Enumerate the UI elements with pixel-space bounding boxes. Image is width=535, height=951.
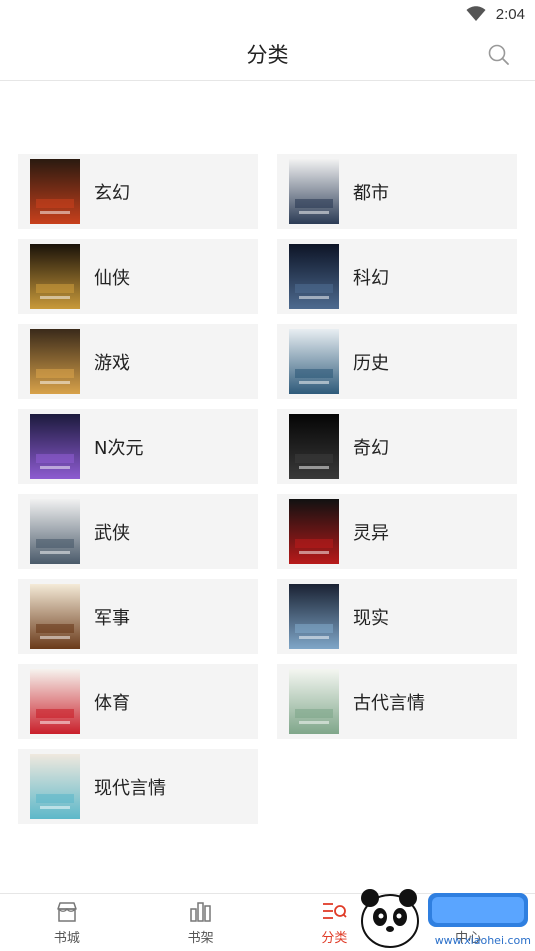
category-card[interactable]: 灵异 (277, 494, 517, 569)
book-cover-image (289, 329, 339, 394)
tab-label: 书城 (53, 930, 80, 946)
book-cover-image (289, 159, 339, 224)
book-cover-image (30, 329, 80, 394)
category-card[interactable]: 武侠 (18, 494, 258, 569)
category-label: 奇幻 (353, 437, 389, 459)
book-cover-image (289, 244, 339, 309)
category-label: 仙侠 (94, 267, 130, 289)
search-icon[interactable] (487, 43, 511, 67)
category-card[interactable]: 科幻 (277, 239, 517, 314)
category-grid: 玄幻 都市 仙侠 科幻 游戏 历史 N次元 奇幻 武侠 灵异 军事 现实 体育 … (18, 154, 518, 824)
category-label: 历史 (353, 352, 389, 374)
category-label: 古代言情 (353, 692, 425, 714)
status-bar: 2:04 (0, 0, 535, 28)
book-cover-image (289, 499, 339, 564)
category-label: 灵异 (353, 522, 389, 544)
book-cover-image (289, 584, 339, 649)
category-label: 武侠 (94, 522, 130, 544)
book-cover-image (289, 414, 339, 479)
category-card[interactable]: 历史 (277, 324, 517, 399)
book-cover-image (30, 159, 80, 224)
category-label: 都市 (353, 182, 389, 204)
category-card[interactable]: 古代言情 (277, 664, 517, 739)
book-cover-image (30, 754, 80, 819)
category-card[interactable]: 都市 (277, 154, 517, 229)
book-cover-image (30, 244, 80, 309)
site-watermark: www.xiaohei.com (350, 881, 535, 951)
watermark-text: www.xiaohei.com (434, 934, 531, 947)
page-title: 分类 (246, 43, 289, 67)
bookshelf-icon (189, 901, 211, 922)
category-card[interactable]: 现代言情 (18, 749, 258, 824)
category-label: 科幻 (353, 267, 389, 289)
book-cover-image (30, 414, 80, 479)
top-bar: 分类 (0, 28, 535, 81)
category-label: 游戏 (94, 352, 130, 374)
book-cover-image (30, 499, 80, 564)
category-label: 体育 (94, 692, 130, 714)
category-label: N次元 (94, 437, 144, 459)
category-card[interactable]: 现实 (277, 579, 517, 654)
category-card[interactable]: 奇幻 (277, 409, 517, 484)
tab-bookstore[interactable]: 书城 (0, 894, 134, 951)
tab-label: 书架 (187, 930, 214, 946)
category-label: 军事 (94, 607, 130, 629)
category-label: 现代言情 (94, 777, 166, 799)
store-icon (57, 901, 77, 922)
category-card[interactable]: N次元 (18, 409, 258, 484)
category-card[interactable]: 游戏 (18, 324, 258, 399)
category-card[interactable]: 体育 (18, 664, 258, 739)
status-time: 2:04 (495, 5, 525, 23)
category-icon (323, 902, 348, 919)
wifi-icon (466, 6, 486, 21)
category-card[interactable]: 玄幻 (18, 154, 258, 229)
book-cover-image (289, 669, 339, 734)
tab-bookshelf[interactable]: 书架 (134, 894, 268, 951)
category-card[interactable]: 军事 (18, 579, 258, 654)
book-cover-image (30, 584, 80, 649)
tab-label: 分类 (321, 930, 348, 946)
book-cover-image (30, 669, 80, 734)
category-label: 现实 (353, 607, 389, 629)
category-label: 玄幻 (94, 182, 130, 204)
category-card[interactable]: 仙侠 (18, 239, 258, 314)
